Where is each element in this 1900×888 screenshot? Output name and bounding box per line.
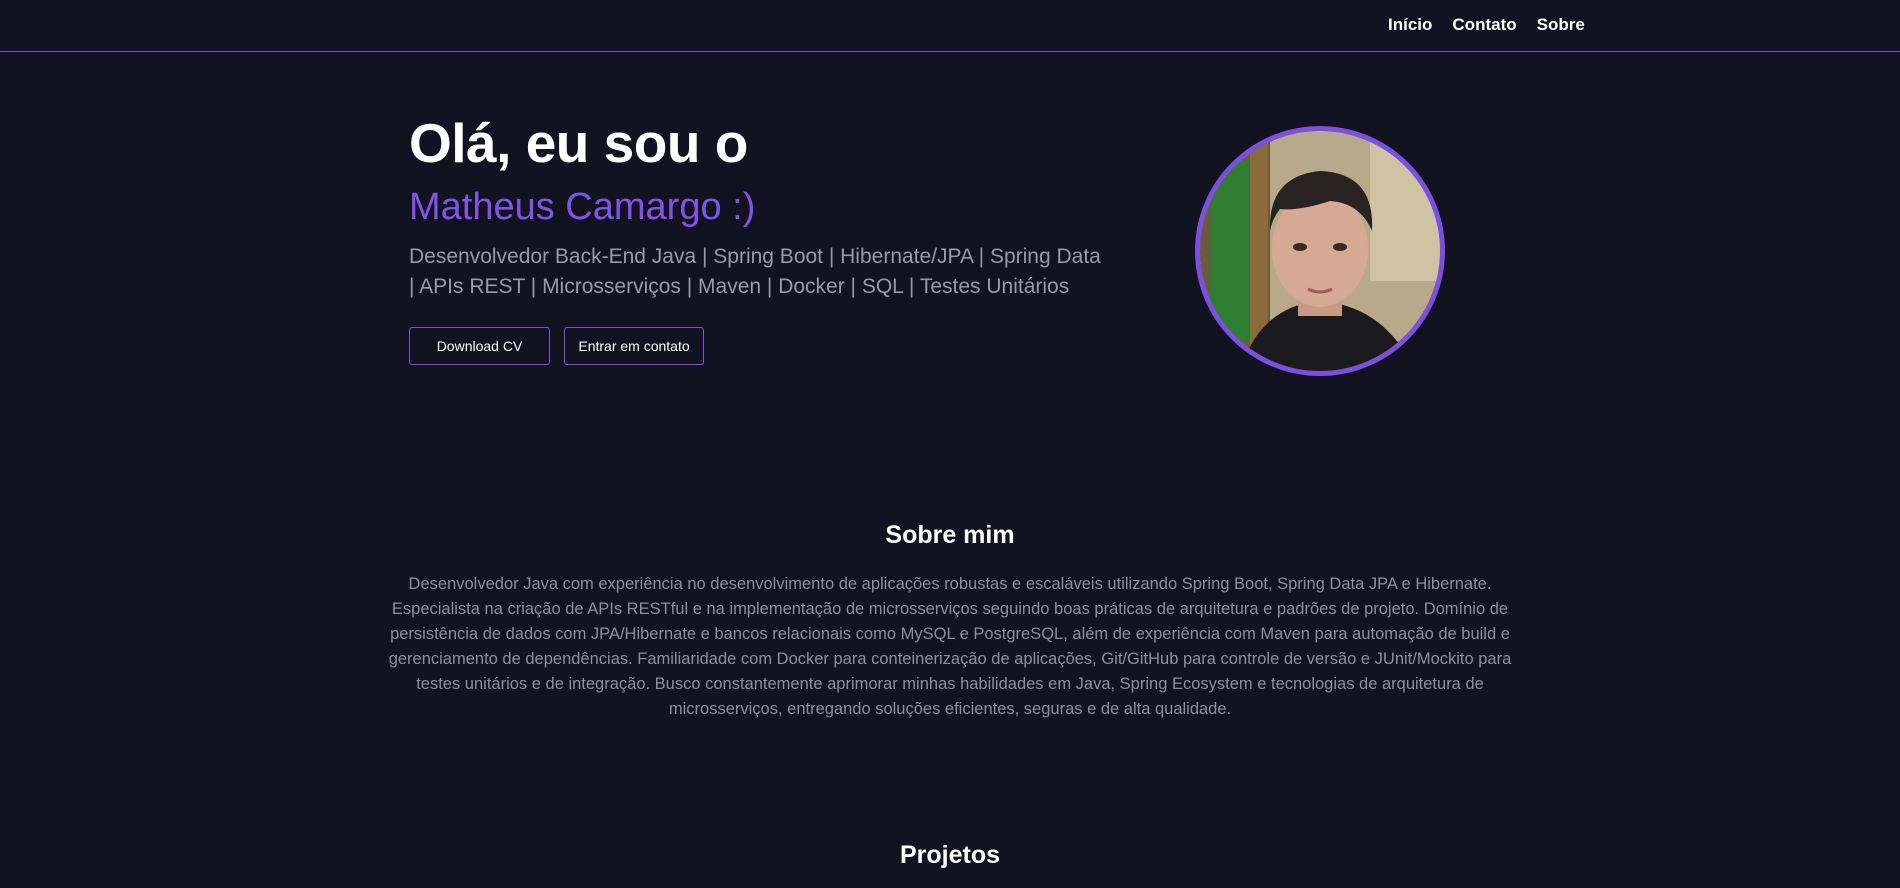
about-text: Desenvolvedor Java com experiência no de… [388, 575, 1512, 718]
nav-link-sobre[interactable]: Sobre [1537, 14, 1585, 36]
projects-title: Projetos [899, 841, 1001, 869]
download-cv-button[interactable]: Download CV [409, 327, 550, 365]
hero-section: Olá, eu sou o Matheus Camargo :) Desenvo… [409, 108, 1109, 365]
hero-subtitle: Desenvolvedor Back-End Java | Spring Boo… [409, 245, 1101, 298]
hero-greeting: Olá, eu sou o [409, 112, 748, 174]
contact-button[interactable]: Entrar em contato [564, 327, 704, 365]
hero-actions: Download CV Entrar em contato [409, 327, 1109, 365]
nav-link-contato[interactable]: Contato [1452, 14, 1516, 36]
nav-link-inicio[interactable]: Início [1388, 14, 1432, 36]
main-nav: Início Contato Sobre [1388, 14, 1585, 36]
top-navbar: Início Contato Sobre [0, 0, 1900, 52]
profile-photo [1195, 126, 1445, 376]
hero-name: Matheus Camargo :) [409, 186, 756, 228]
about-title: Sobre mim [885, 521, 1015, 549]
profile-photo-image [1200, 131, 1440, 371]
